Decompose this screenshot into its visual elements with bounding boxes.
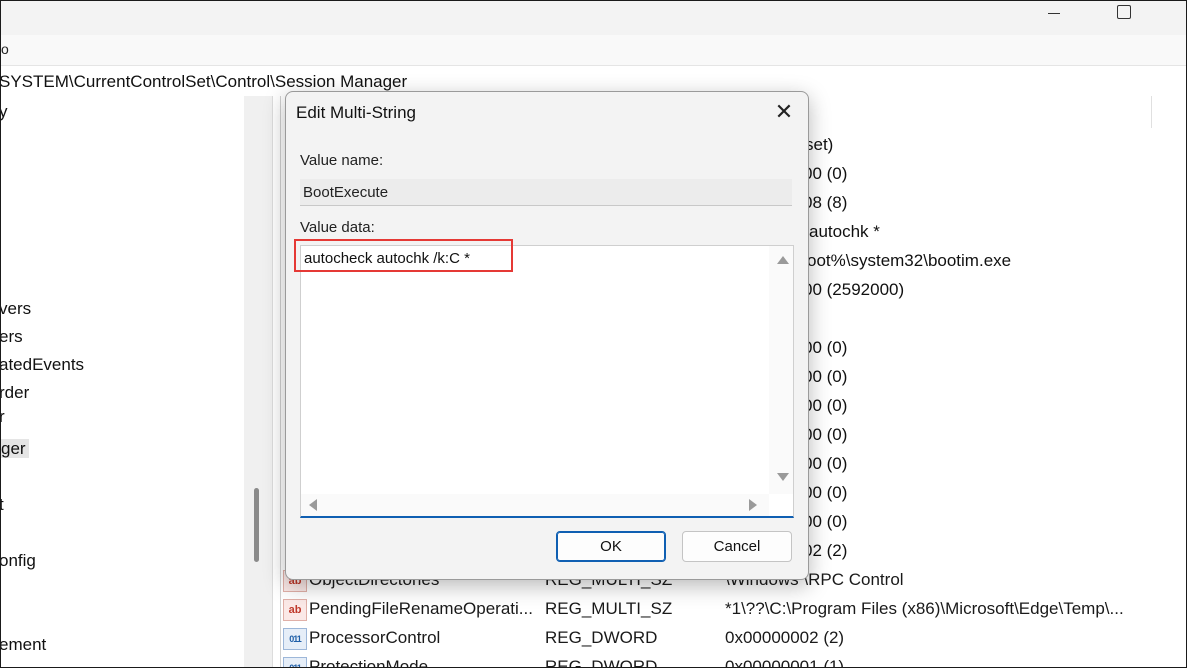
horizontal-scrollbar[interactable]: [301, 494, 769, 516]
value-data-fragment: 00 (0): [803, 367, 848, 386]
value-type: REG_MULTI_SZ: [545, 599, 673, 618]
value-row[interactable]: 011 ProcessorControl REG_DWORD 0x0000000…: [281, 625, 1181, 653]
edit-multi-string-dialog: Edit Multi-String ✕ Value name: BootExec…: [285, 91, 809, 580]
registry-editor-window: o SYSTEM\CurrentControlSet\Control\Sessi…: [0, 0, 1187, 668]
value-row[interactable]: ab PendingFileRenameOperati... REG_MULTI…: [281, 596, 1181, 624]
vertical-scrollbar[interactable]: [769, 246, 793, 494]
maximize-icon[interactable]: [1117, 5, 1131, 19]
ok-button[interactable]: OK: [556, 531, 666, 562]
value-data: 0x00000002 (2): [725, 628, 845, 647]
minimize-icon[interactable]: [1048, 13, 1060, 14]
tree-item[interactable]: y: [1, 102, 8, 122]
value-data-fragment: oot%\system32\bootim.exe: [807, 251, 1012, 270]
value-data-textarea[interactable]: autocheck autochk /k:C *: [300, 245, 794, 518]
value-data-fragment: 00 (0): [803, 396, 848, 415]
tree-item[interactable]: r: [1, 407, 5, 427]
value-name-label: Value name:: [300, 152, 384, 169]
tree-scrollbar-thumb[interactable]: [254, 488, 259, 562]
title-bar: [1, 1, 1186, 35]
key-tree: [1, 96, 244, 667]
value-data: 0x00000001 (1): [725, 657, 845, 668]
tree-item-selected-label: ger: [1, 439, 29, 458]
menu-bar: [1, 35, 1186, 65]
column-divider: [1151, 96, 1152, 128]
dialog-title: Edit Multi-String: [296, 103, 416, 122]
cancel-button[interactable]: Cancel: [682, 531, 792, 562]
tree-item-selected[interactable]: ger: [1, 439, 29, 459]
value-name: ProcessorControl: [309, 628, 441, 647]
value-name: ProtectionMode: [309, 657, 429, 668]
value-data-fragment: autochk *: [809, 222, 880, 241]
pane-splitter[interactable]: [244, 96, 272, 667]
tree-item[interactable]: t: [1, 495, 4, 515]
tree-item[interactable]: ers: [1, 327, 23, 347]
value-data-fragment: 08 (8): [803, 193, 848, 212]
close-icon[interactable]: ✕: [770, 101, 798, 125]
tree-item[interactable]: ement: [1, 635, 46, 655]
address-path[interactable]: SYSTEM\CurrentControlSet\Control\Session…: [1, 72, 407, 92]
binary-value-icon: 011: [283, 657, 307, 667]
value-data-fragment: 00 (0): [803, 164, 848, 183]
tree-item[interactable]: onfig: [1, 551, 36, 571]
tree-item[interactable]: atedEvents: [1, 355, 84, 375]
scroll-up-icon[interactable]: [777, 256, 789, 264]
value-type: REG_DWORD: [545, 628, 658, 647]
value-name: PendingFileRenameOperati...: [309, 599, 533, 618]
value-data-fragment: 00 (2592000): [803, 280, 905, 299]
value-data-fragment: 00 (0): [803, 425, 848, 444]
value-data: *1\??\C:\Program Files (x86)\Microsoft\E…: [725, 599, 1124, 618]
value-data-fragment: 00 (0): [803, 454, 848, 473]
value-data-fragment: 00 (0): [803, 338, 848, 357]
value-data-fragment: 00 (0): [803, 483, 848, 502]
value-data-fragment: 00 (0): [803, 512, 848, 531]
string-value-icon: ab: [283, 599, 307, 621]
tree-item[interactable]: vers: [1, 299, 31, 319]
value-type: REG_DWORD: [545, 657, 658, 668]
value-name-field: BootExecute: [300, 179, 792, 206]
value-row[interactable]: 011 ProtectionMode REG_DWORD 0x00000001 …: [281, 654, 1181, 668]
tree-item[interactable]: rder: [1, 383, 29, 403]
scroll-right-icon[interactable]: [749, 499, 757, 511]
value-data-fragment: 02 (2): [803, 541, 848, 560]
scroll-down-icon[interactable]: [777, 473, 789, 481]
menu-item-help[interactable]: o: [1, 41, 9, 57]
scroll-left-icon[interactable]: [309, 499, 317, 511]
binary-value-icon: 011: [283, 628, 307, 650]
highlight-box: [294, 239, 513, 272]
value-data-label: Value data:: [300, 219, 375, 236]
value-data-fragment: set): [805, 135, 834, 154]
